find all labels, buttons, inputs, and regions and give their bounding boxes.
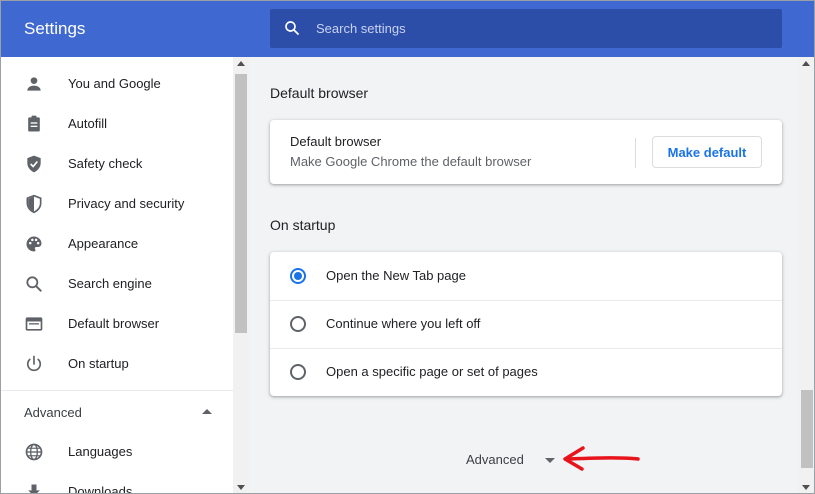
- chevron-down-icon: [545, 458, 555, 463]
- globe-icon: [25, 443, 43, 461]
- sidebar-item-safety-check[interactable]: Safety check: [1, 144, 233, 184]
- sidebar-item-privacy-and-security[interactable]: Privacy and security: [1, 184, 233, 224]
- browser-window-icon: [25, 317, 43, 331]
- sidebar-item-label: You and Google: [68, 76, 161, 91]
- sidebar-item-label: Languages: [68, 444, 133, 459]
- header-bar: Settings: [1, 1, 814, 57]
- radio-label: Open the New Tab page: [326, 268, 466, 283]
- sidebar-item-autofill[interactable]: Autofill: [1, 104, 233, 144]
- advanced-toggle-label: Advanced: [466, 452, 524, 467]
- person-icon: [27, 77, 41, 91]
- sidebar-item-you-and-google[interactable]: You and Google: [1, 64, 233, 104]
- sidebar-item-downloads[interactable]: Downloads: [1, 472, 233, 494]
- sidebar: You and Google Autofill Safety check Pri…: [1, 57, 249, 494]
- radio-button-selected[interactable]: [290, 268, 306, 284]
- clipboard-icon: [28, 115, 40, 132]
- chevron-up-icon: [202, 409, 212, 414]
- main-scrollbar-thumb[interactable]: [801, 390, 813, 468]
- card-subtitle: Make Google Chrome the default browser: [290, 154, 532, 169]
- sidebar-item-search-engine[interactable]: Search engine: [1, 264, 233, 304]
- make-default-button[interactable]: Make default: [652, 136, 762, 168]
- sidebar-divider: [1, 390, 233, 391]
- power-icon: [26, 355, 42, 372]
- sidebar-scrollbar[interactable]: [233, 57, 249, 493]
- sidebar-item-label: Appearance: [68, 236, 139, 251]
- scroll-up-icon[interactable]: [802, 61, 810, 66]
- search-icon: [26, 276, 42, 292]
- scroll-down-icon[interactable]: [237, 485, 245, 490]
- startup-option-specific-pages[interactable]: Open a specific page or set of pages: [270, 348, 782, 396]
- scroll-down-icon[interactable]: [802, 485, 810, 490]
- annotation-arrow-icon: [563, 446, 640, 471]
- sidebar-scrollbar-thumb[interactable]: [235, 74, 247, 333]
- advanced-toggle-button[interactable]: Advanced: [459, 447, 559, 471]
- radio-label: Continue where you left off: [326, 316, 481, 331]
- section-title-default-browser: Default browser: [270, 85, 369, 101]
- sidebar-item-label: Privacy and security: [68, 196, 185, 211]
- radio-button[interactable]: [290, 316, 306, 332]
- default-browser-card: Default browser Make Google Chrome the d…: [270, 120, 782, 184]
- card-separator: [635, 138, 636, 168]
- sidebar-item-label: Default browser: [68, 316, 160, 331]
- page-title: Settings: [24, 19, 86, 38]
- card-title: Default browser: [290, 134, 382, 149]
- download-icon: [28, 484, 40, 493]
- search-input[interactable]: [316, 9, 766, 48]
- settings-window: Settings You and Google Autofi: [0, 0, 815, 494]
- main-content: Default browser Default browser Make Goo…: [249, 57, 814, 493]
- sidebar-item-label: Search engine: [68, 276, 152, 291]
- radio-button[interactable]: [290, 364, 306, 380]
- scroll-up-icon[interactable]: [237, 61, 245, 66]
- startup-option-continue[interactable]: Continue where you left off: [270, 300, 782, 348]
- radio-label: Open a specific page or set of pages: [326, 364, 538, 379]
- sidebar-item-label: On startup: [68, 356, 129, 371]
- main-scrollbar[interactable]: [798, 57, 814, 493]
- sidebar-item-on-startup[interactable]: On startup: [1, 344, 233, 384]
- on-startup-card: Open the New Tab page Continue where you…: [270, 252, 782, 396]
- sidebar-item-languages[interactable]: Languages: [1, 432, 233, 472]
- shield-half-icon: [26, 194, 42, 214]
- search-box[interactable]: [270, 9, 782, 48]
- search-icon: [285, 21, 299, 35]
- sidebar-item-default-browser[interactable]: Default browser: [1, 304, 233, 344]
- sidebar-item-label: Downloads: [68, 484, 133, 494]
- sidebar-item-label: Safety check: [68, 156, 143, 171]
- section-title-on-startup: On startup: [270, 217, 336, 233]
- sidebar-item-appearance[interactable]: Appearance: [1, 224, 233, 264]
- shield-check-icon: [27, 155, 41, 173]
- palette-icon: [26, 236, 42, 252]
- sidebar-item-label: Autofill: [68, 116, 108, 131]
- sidebar-advanced-label: Advanced: [24, 405, 82, 420]
- startup-option-new-tab[interactable]: Open the New Tab page: [270, 252, 782, 300]
